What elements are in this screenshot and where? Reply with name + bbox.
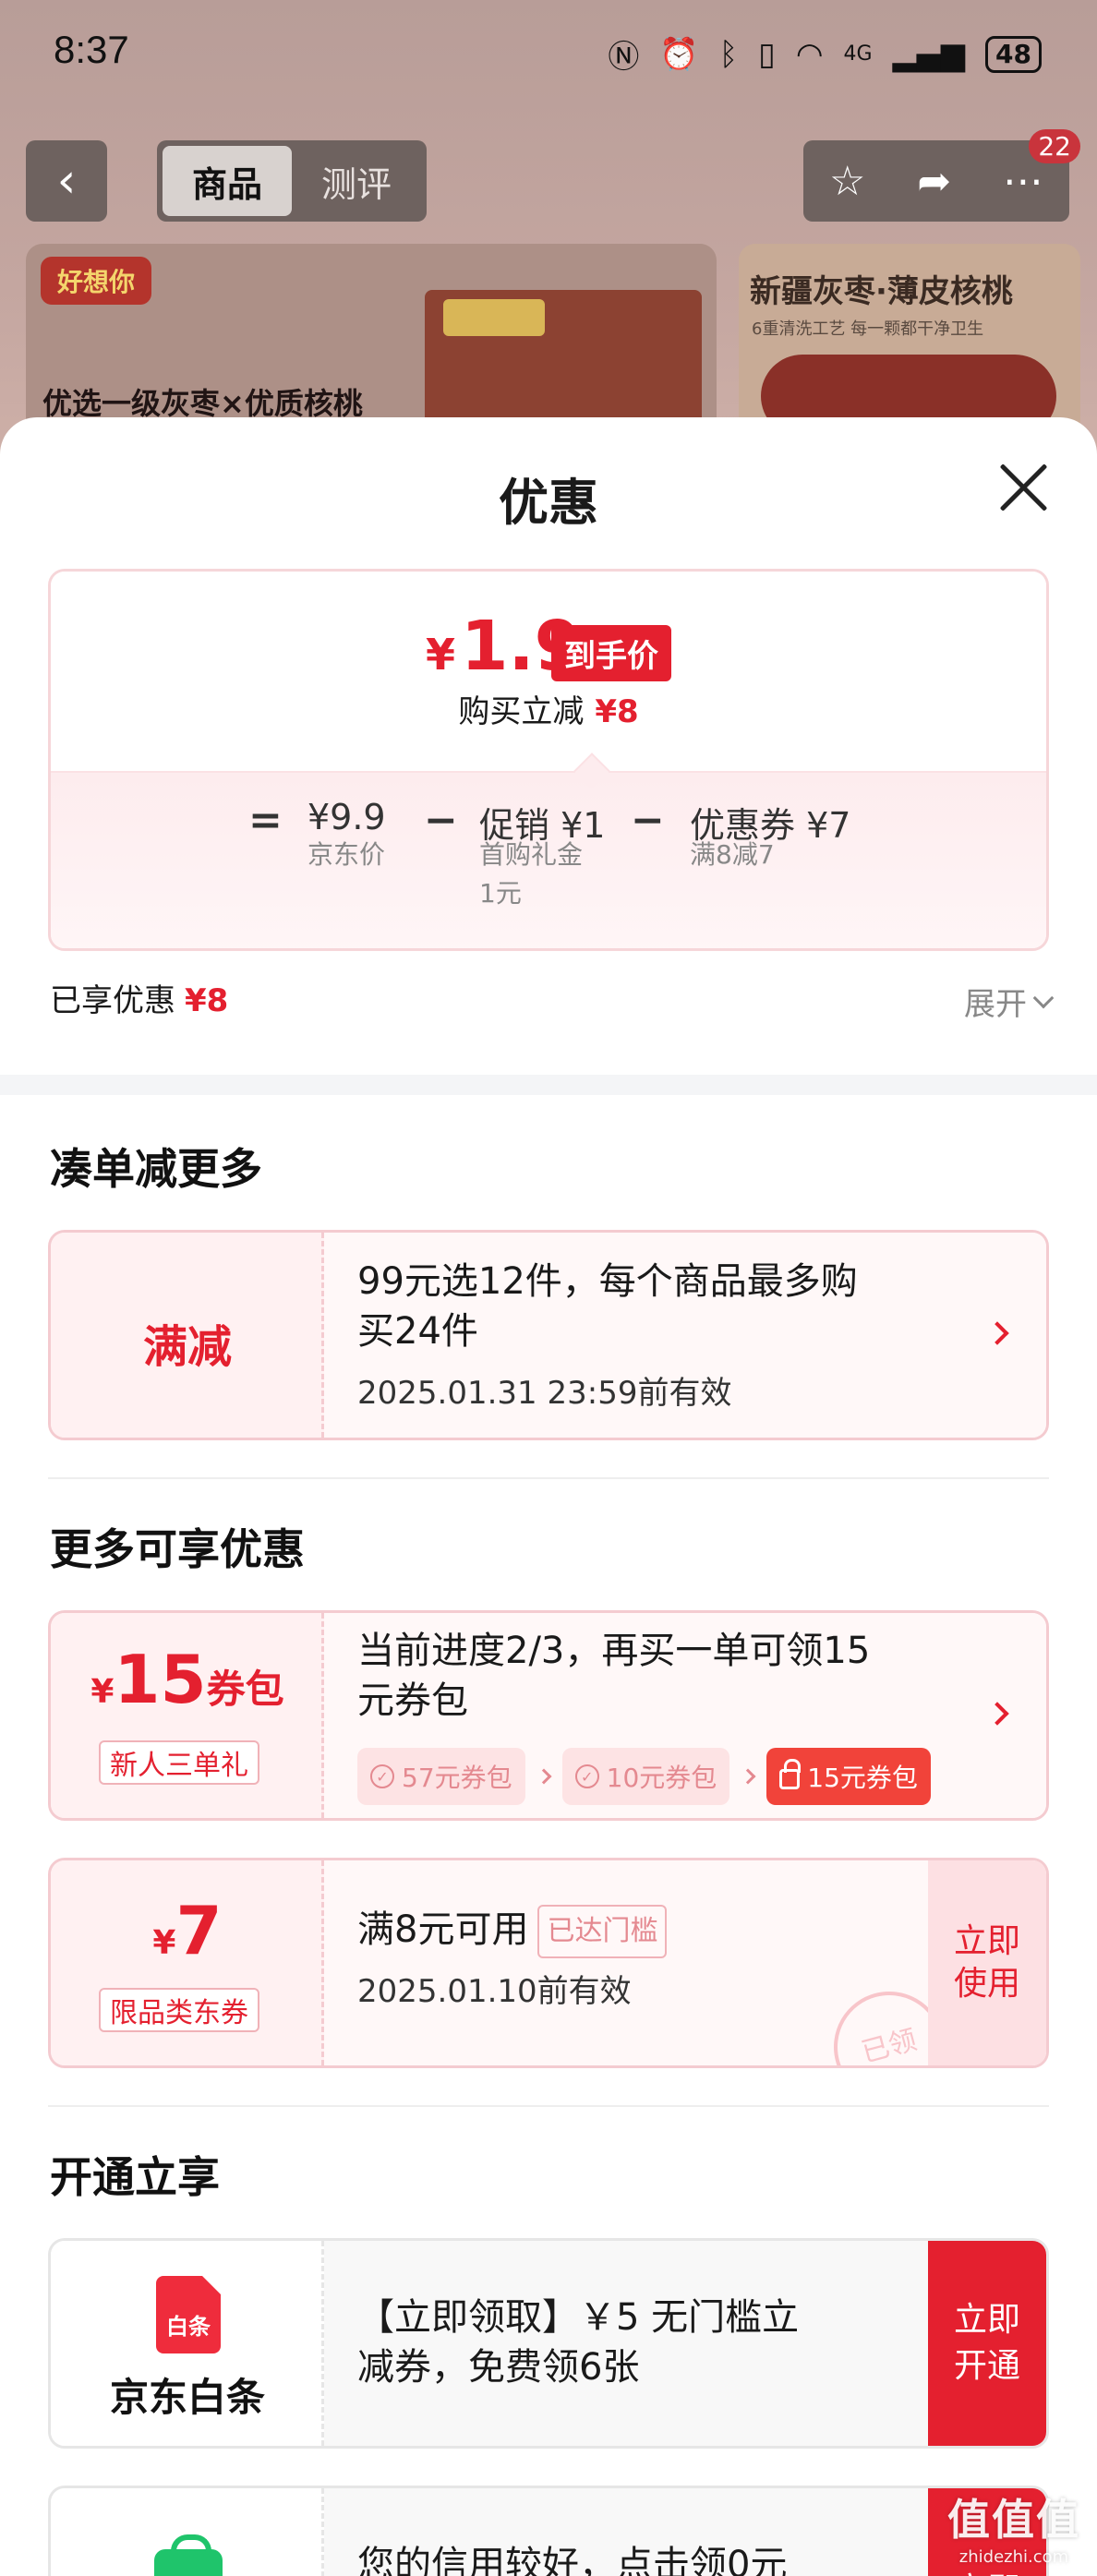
category-coupon-card[interactable]: ¥7 限品类东券 满8元可用 已达门槛 2025.01.10前有效 已领 立即 使用 bbox=[48, 1858, 1049, 2068]
progress-step-2: ✓ 10元券包 bbox=[561, 1748, 730, 1805]
tab-review[interactable]: 测评 bbox=[292, 146, 421, 216]
price-formula: = ¥9.9 京东价 − 促销 ¥1 首购礼金 1元 − 优惠券 ¥7 满8减7 bbox=[51, 771, 1046, 948]
baitiao-card[interactable]: 白条 京东白条 【立即领取】￥5 无门槛立 减券，免费领6张 立即 开通 bbox=[48, 2238, 1049, 2449]
chevron-down-icon bbox=[1032, 987, 1055, 1008]
credit-card[interactable]: 您的信用较好，点击领0元 立即 bbox=[48, 2486, 1049, 2576]
package-line1: 当前进度2/3，再买一单可领15 bbox=[357, 1630, 871, 1672]
step-arrow-icon bbox=[536, 1768, 552, 1785]
category-coupon-tag: 限品类东券 bbox=[99, 1988, 259, 2032]
banner-right-subtitle: 6重清洗工艺 每一颗都干净卫生 bbox=[752, 319, 984, 339]
status-time: 8:37 bbox=[54, 28, 129, 71]
enjoyed-discount: 已享优惠 ¥8 bbox=[50, 975, 228, 1020]
message-badge: 22 bbox=[1029, 129, 1080, 163]
check-circle-icon: ✓ bbox=[370, 1764, 394, 1788]
buy-reduce: 购买立减 ¥8 bbox=[51, 686, 1046, 731]
step-arrow-icon bbox=[740, 1768, 756, 1785]
minus-sign-2: − bbox=[631, 797, 665, 844]
buy-reduce-amount: ¥8 bbox=[595, 693, 639, 730]
brand-logo: 好想你 bbox=[41, 257, 152, 305]
package-line2: 元券包 bbox=[357, 1679, 468, 1722]
full-reduction-valid: 2025.01.31 23:59前有效 bbox=[357, 1375, 732, 1412]
baitiao-line2: 减券，免费领6张 bbox=[357, 2346, 640, 2389]
promo-label-line2: 1元 bbox=[479, 878, 522, 909]
signal-icon: ▂▄▆ bbox=[892, 35, 966, 73]
status-icons: Ⓝ ⏰ ᛒ ▯ ◠ 4G ▂▄▆ 48 bbox=[608, 31, 1042, 77]
more-icon[interactable]: ⋯ bbox=[1003, 158, 1043, 205]
promo-label-line1: 首购礼金 bbox=[479, 839, 584, 870]
final-price-tag: 到手价 bbox=[551, 625, 671, 681]
watermark: 值值值 zhidezhi.com bbox=[947, 2495, 1080, 2567]
expand-button[interactable]: 展开 bbox=[964, 979, 1055, 1024]
full-reduction-line2: 买24件 bbox=[357, 1310, 478, 1353]
coupon-valid: 2025.01.10前有效 bbox=[357, 1973, 632, 2010]
new-user-tag: 新人三单礼 bbox=[99, 1740, 259, 1785]
enjoyed-label: 已享优惠 bbox=[50, 982, 175, 1019]
minus-sign-1: − bbox=[424, 797, 458, 844]
full-reduction-line1: 99元选12件，每个商品最多购 bbox=[357, 1260, 858, 1303]
tab-bar: 商品 测评 bbox=[157, 140, 427, 222]
star-icon[interactable]: ☆ bbox=[829, 158, 865, 205]
open-now-button[interactable]: 立即 开通 bbox=[928, 2241, 1046, 2446]
coupon-package-amount: ¥15券包 bbox=[90, 1641, 284, 1718]
progress-step-3: 15元券包 bbox=[766, 1748, 931, 1805]
enjoyed-amount: ¥8 bbox=[185, 982, 229, 1019]
progress-step-1: ✓ 57元券包 bbox=[357, 1748, 525, 1805]
header-actions: ☆ ➦ ⋯ 22 bbox=[803, 129, 1080, 222]
product-page-background: 8:37 Ⓝ ⏰ ᛒ ▯ ◠ 4G ▂▄▆ 48 ‹ 商品 测评 ☆ ➦ ⋯ 2… bbox=[0, 0, 1097, 480]
use-now-button[interactable]: 立即 使用 bbox=[928, 1860, 1046, 2065]
vibrate-icon: ▯ bbox=[758, 35, 776, 73]
chevron-left-icon: ‹ bbox=[56, 153, 77, 209]
check-circle-icon: ✓ bbox=[574, 1764, 599, 1788]
baitiao-name: 京东白条 bbox=[109, 2375, 265, 2420]
top-nav: ‹ 商品 测评 ☆ ➦ ⋯ 22 bbox=[26, 129, 1080, 223]
price-breakdown-card: ¥ 1.9 到手价 购买立减 ¥8 = ¥9.9 京东价 − 促销 ¥1 首购礼金… bbox=[48, 569, 1049, 951]
coupon-condition: 满8元可用 已达门槛 bbox=[357, 1905, 668, 1958]
close-icon[interactable] bbox=[995, 460, 1051, 515]
equals-sign: = bbox=[248, 797, 283, 844]
expand-label: 展开 bbox=[964, 986, 1027, 1023]
coupon-package-card[interactable]: ¥15券包 新人三单礼 当前进度2/3，再买一单可领15 元券包 ✓ 57元券包 … bbox=[48, 1610, 1049, 1821]
full-reduction-card[interactable]: 满减 99元选12件，每个商品最多购 买24件 2025.01.31 23:59… bbox=[48, 1230, 1049, 1440]
product-banner-right[interactable]: 新疆灰枣·薄皮核桃 6重清洗工艺 每一颗都干净卫生 bbox=[739, 244, 1080, 447]
baitiao-line1: 【立即领取】￥5 无门槛立 bbox=[357, 2296, 800, 2339]
credit-line1: 您的信用较好，点击领0元 bbox=[357, 2544, 788, 2576]
package-progress-steps: ✓ 57元券包 ✓ 10元券包 15元券包 bbox=[357, 1748, 931, 1805]
share-icon[interactable]: ➦ bbox=[917, 158, 951, 205]
product-banner-left[interactable]: 好想你 优选一级灰枣×优质核桃 bbox=[26, 244, 717, 447]
status-bar: 8:37 Ⓝ ⏰ ᛒ ▯ ◠ 4G ▂▄▆ 48 bbox=[0, 0, 1097, 109]
wifi-icon: ◠ bbox=[795, 35, 824, 73]
back-button[interactable]: ‹ bbox=[26, 140, 107, 222]
shopping-bag-icon bbox=[154, 2534, 223, 2576]
sheet-title: 优惠 bbox=[499, 474, 598, 532]
final-price-symbol: ¥ bbox=[426, 630, 456, 680]
threshold-met-tag: 已达门槛 bbox=[537, 1905, 668, 1958]
section-title-more-order: 凑单减更多 bbox=[50, 1144, 262, 1194]
lock-icon bbox=[779, 1759, 802, 1789]
section-title-open: 开通立享 bbox=[50, 2152, 220, 2202]
alarm-icon: ⏰ bbox=[659, 35, 699, 73]
battery-indicator: 48 bbox=[985, 35, 1042, 73]
section-divider bbox=[0, 1075, 1097, 1095]
section-title-more-discount: 更多可享优惠 bbox=[50, 1524, 305, 1574]
jd-price: ¥9.9 bbox=[307, 797, 386, 837]
nfc-icon: Ⓝ bbox=[608, 39, 640, 76]
buy-reduce-label: 购买立减 bbox=[458, 693, 585, 730]
category-coupon-amount: ¥7 bbox=[152, 1892, 223, 1969]
tab-product[interactable]: 商品 bbox=[163, 146, 292, 216]
full-reduction-label: 满减 bbox=[142, 1321, 232, 1373]
discount-sheet: 优惠 ¥ 1.9 到手价 购买立减 ¥8 = ¥9.9 京东价 − 促销 ¥1 首… bbox=[0, 417, 1097, 2576]
baitiao-icon: 白条 bbox=[156, 2276, 221, 2353]
coupon-label: 满8减7 bbox=[690, 839, 775, 870]
jd-price-label: 京东价 bbox=[307, 839, 386, 870]
bluetooth-icon: ᛒ bbox=[718, 35, 739, 73]
banner-right-title: 新疆灰枣·薄皮核桃 bbox=[750, 273, 1013, 310]
network-label: 4G bbox=[843, 42, 873, 66]
